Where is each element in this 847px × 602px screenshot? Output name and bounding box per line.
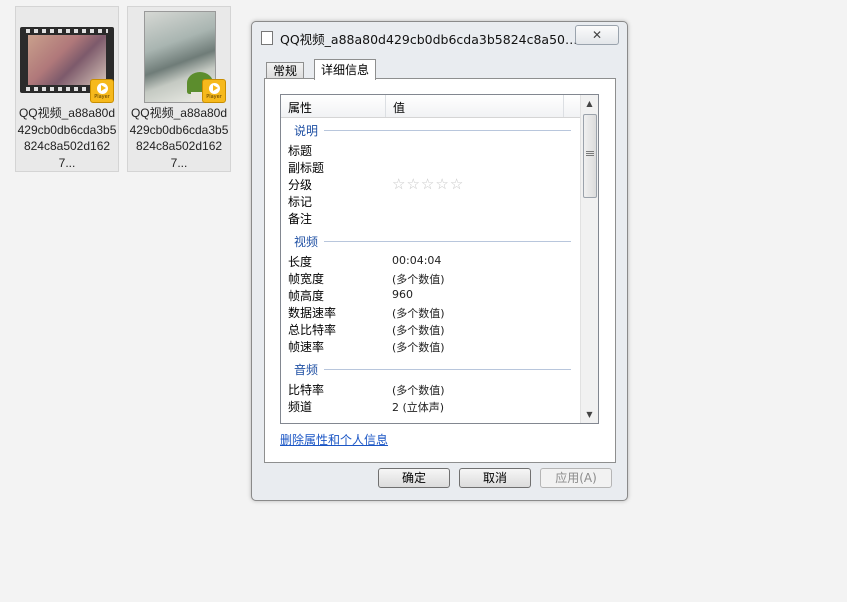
dialog-title: QQ视频_a88a80d429cb0db6cda3b5824c8a502d1..… xyxy=(280,32,580,47)
property-value: 2 (立体声) xyxy=(392,401,445,414)
file-tile[interactable]: Player QQ视频_a88a80d429cb0db6cda3b5824c8a… xyxy=(15,6,119,172)
play-icon xyxy=(208,82,220,94)
section-header-video: 视频 xyxy=(294,233,571,250)
column-header-value[interactable]: 值 xyxy=(393,99,405,116)
list-item[interactable]: 频道 2 (立体声) xyxy=(288,398,581,415)
rating-stars[interactable]: ☆☆☆☆☆ xyxy=(392,176,464,192)
property-name: 标题 xyxy=(288,144,313,158)
section-label: 视频 xyxy=(294,233,325,250)
property-list: 属性 值 说明 标题 副标题 分级 ☆☆☆☆☆ 标记 备注 视频 长度 00:0… xyxy=(280,94,599,424)
property-value: (多个数值) xyxy=(392,324,445,337)
tab-details[interactable]: 详细信息 xyxy=(314,59,377,80)
list-item[interactable]: 备注 xyxy=(288,210,581,227)
list-item[interactable]: 帧宽度 (多个数值) xyxy=(288,270,581,287)
list-header: 属性 值 xyxy=(281,95,581,118)
property-name: 数据速率 xyxy=(288,306,337,320)
list-item[interactable]: 帧速率 (多个数值) xyxy=(288,338,581,355)
property-name: 帧高度 xyxy=(288,289,325,303)
property-name: 频道 xyxy=(288,400,313,414)
vertical-scrollbar[interactable]: ▲ ▼ xyxy=(580,95,598,423)
star-icon[interactable]: ☆ xyxy=(406,176,419,192)
details-panel: 属性 值 说明 标题 副标题 分级 ☆☆☆☆☆ 标记 备注 视频 长度 00:0… xyxy=(264,78,616,463)
property-name: 帧速率 xyxy=(288,340,325,354)
property-name: 副标题 xyxy=(288,161,325,175)
remove-properties-link[interactable]: 删除属性和个人信息 xyxy=(280,431,388,448)
scroll-down-arrow-icon[interactable]: ▼ xyxy=(581,406,598,423)
list-item[interactable]: 标题 xyxy=(288,142,581,159)
property-name: 标记 xyxy=(288,195,313,209)
property-value: (多个数值) xyxy=(392,341,445,354)
properties-dialog: QQ视频_a88a80d429cb0db6cda3b5824c8a502d1..… xyxy=(251,21,628,501)
column-header-property[interactable]: 属性 xyxy=(288,99,312,116)
list-item[interactable]: 数据速率 (多个数值) xyxy=(288,304,581,321)
scrollbar-thumb[interactable] xyxy=(583,114,597,198)
section-header-description: 说明 xyxy=(294,122,571,139)
player-badge-icon: Player xyxy=(202,79,226,103)
file-name: QQ视频_a88a80d429cb0db6cda3b5824c8a502d162… xyxy=(17,106,117,170)
tab-general[interactable]: 常规 xyxy=(266,62,305,79)
property-name: 分级 xyxy=(288,178,313,192)
scroll-up-arrow-icon[interactable]: ▲ xyxy=(581,95,598,112)
star-icon[interactable]: ☆ xyxy=(392,176,405,192)
property-name: 长度 xyxy=(288,255,313,269)
star-icon[interactable]: ☆ xyxy=(421,176,434,192)
cancel-button[interactable]: 取消 xyxy=(459,468,531,488)
ok-button[interactable]: 确定 xyxy=(378,468,450,488)
list-item[interactable]: 标记 xyxy=(288,193,581,210)
star-icon[interactable]: ☆ xyxy=(435,176,448,192)
section-label: 说明 xyxy=(294,122,325,139)
property-name: 总比特率 xyxy=(288,323,337,337)
star-icon[interactable]: ☆ xyxy=(450,176,463,192)
document-icon xyxy=(258,31,273,48)
play-icon xyxy=(96,82,108,94)
close-button[interactable]: ✕ xyxy=(575,25,619,45)
list-item[interactable]: 总比特率 (多个数值) xyxy=(288,321,581,338)
property-name: 比特率 xyxy=(288,383,325,397)
title-bar[interactable]: QQ视频_a88a80d429cb0db6cda3b5824c8a502d1..… xyxy=(258,25,621,48)
property-value: 00:04:04 xyxy=(392,254,442,267)
property-name: 备注 xyxy=(288,212,313,226)
player-badge-icon: Player xyxy=(90,79,114,103)
video-thumbnail: Player xyxy=(132,11,226,103)
property-value: 960 xyxy=(392,288,413,301)
list-item[interactable]: 分级 ☆☆☆☆☆ xyxy=(288,176,581,193)
property-value: (多个数值) xyxy=(392,307,445,320)
list-item[interactable]: 帧高度 960 xyxy=(288,287,581,304)
section-header-audio: 音频 xyxy=(294,361,571,378)
list-body: 说明 标题 副标题 分级 ☆☆☆☆☆ 标记 备注 视频 长度 00:04:04 … xyxy=(281,118,581,423)
badge-label: Player xyxy=(206,93,222,100)
badge-label: Player xyxy=(94,93,110,100)
video-thumbnail: Player xyxy=(20,11,114,103)
file-name: QQ视频_a88a80d429cb0db6cda3b5824c8a502d162… xyxy=(129,106,229,170)
list-item[interactable]: 副标题 xyxy=(288,159,581,176)
apply-button[interactable]: 应用(A) xyxy=(540,468,612,488)
file-tile[interactable]: Player QQ视频_a88a80d429cb0db6cda3b5824c8a… xyxy=(127,6,231,172)
property-value: (多个数值) xyxy=(392,384,445,397)
property-value: (多个数值) xyxy=(392,273,445,286)
list-item[interactable]: 长度 00:04:04 xyxy=(288,253,581,270)
list-item[interactable]: 比特率 (多个数值) xyxy=(288,381,581,398)
property-name: 帧宽度 xyxy=(288,272,325,286)
section-label: 音频 xyxy=(294,361,325,378)
